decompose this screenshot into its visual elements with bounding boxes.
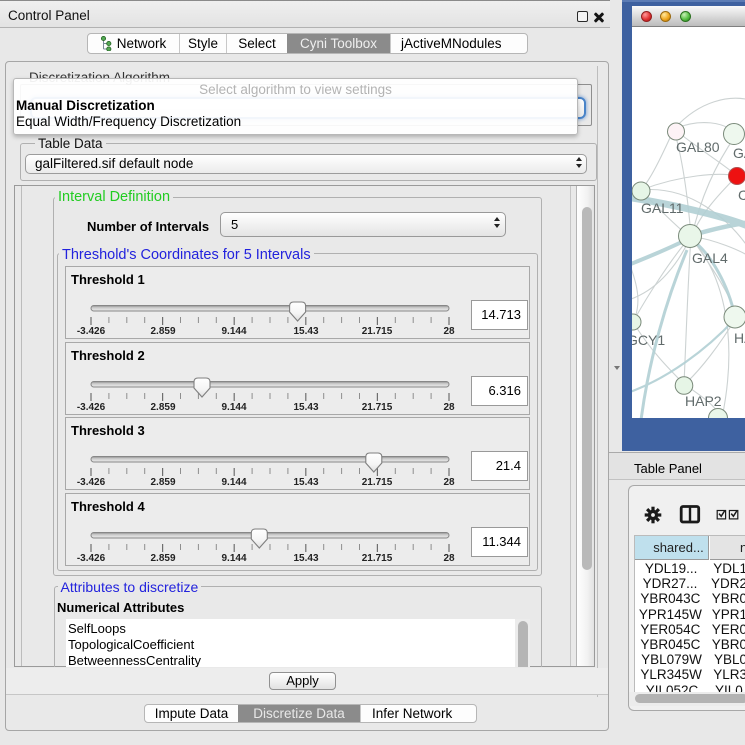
svg-text:HA: HA xyxy=(734,330,745,346)
svg-text:GAL11: GAL11 xyxy=(641,200,684,216)
svg-text:GAL80: GAL80 xyxy=(676,139,720,155)
svg-text:GAL: GAL xyxy=(733,145,745,161)
svg-text:C: C xyxy=(738,187,745,203)
svg-text:GCY1: GCY1 xyxy=(632,332,665,348)
svg-text:GAL4: GAL4 xyxy=(692,250,728,266)
svg-text:HAP2: HAP2 xyxy=(685,393,722,409)
